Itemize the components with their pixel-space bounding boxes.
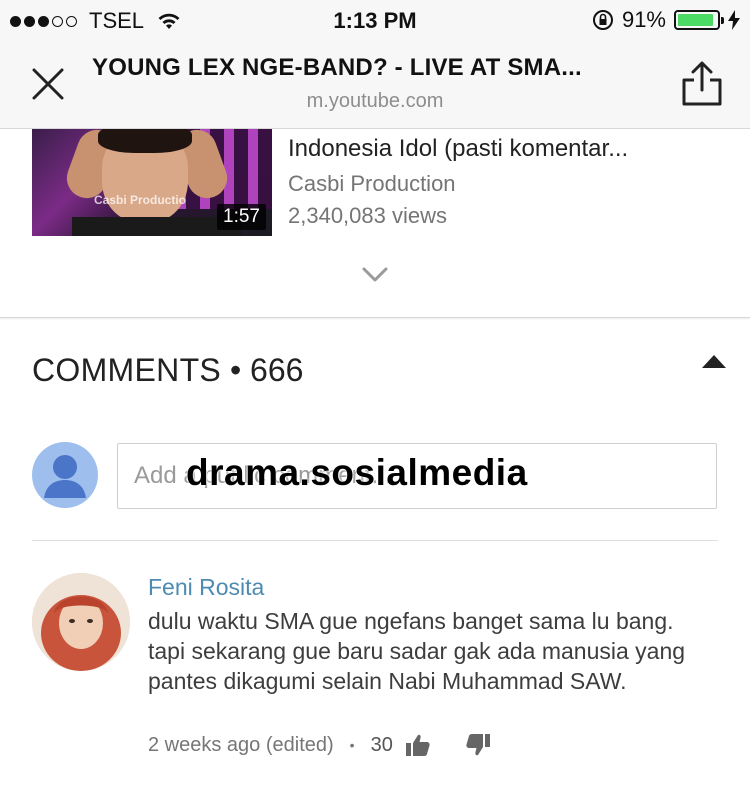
thumbnail-watermark: Casbi Productio (94, 193, 187, 207)
orientation-lock-icon (592, 10, 613, 30)
comment-text: dulu waktu SMA gue ngefans banget sama l… (148, 608, 686, 694)
battery-percent: 91% (621, 7, 666, 32)
battery-level (678, 14, 713, 26)
collapse-triangle-icon[interactable] (700, 352, 728, 370)
video-channel: Casbi Production (288, 171, 456, 196)
video-thumbnail[interactable]: Casbi Productio 1:57 (32, 129, 272, 236)
status-bar: TSEL 1:13 PM 91% (0, 0, 750, 40)
browser-header: TSEL 1:13 PM 91% YOUNG LEX NGE-BAND? - L… (0, 0, 750, 129)
comment-input[interactable] (117, 443, 717, 509)
default-user-icon (44, 455, 86, 498)
avatar (32, 442, 98, 508)
commenter-photo (32, 573, 130, 671)
commenter-avatar[interactable] (32, 573, 130, 671)
battery-icon (674, 10, 724, 30)
comments-count: 666 (250, 352, 304, 388)
share-icon[interactable] (680, 60, 724, 108)
thumbs-up-icon[interactable] (405, 733, 431, 757)
video-views: 2,340,083 views (288, 203, 447, 228)
comments-separator: • (229, 352, 242, 388)
video-duration: 1:57 (217, 204, 266, 230)
video-title[interactable]: Indonesia Idol (pasti komentar... (288, 133, 688, 165)
chevron-down-icon[interactable] (360, 263, 390, 285)
comment-time: 2 weeks ago (edited) (148, 733, 334, 756)
page-title: YOUNG LEX NGE-BAND? - LIVE AT SMA... (92, 54, 582, 81)
related-video-item[interactable]: Casbi Productio 1:57 Indonesia Idol (pas… (0, 129, 750, 318)
comments-header: COMMENTS • 666 (32, 352, 303, 389)
meta-separator: • (349, 737, 355, 753)
comment-author[interactable]: Feni Rosita (148, 574, 264, 601)
comment-meta: 2 weeks ago (edited) • 30 (148, 733, 491, 757)
like-count: 30 (370, 733, 393, 756)
thumbs-down-icon[interactable] (465, 733, 491, 757)
comments-label: COMMENTS (32, 352, 222, 388)
page-url: m.youtube.com (306, 90, 444, 112)
divider (32, 540, 718, 541)
charging-bolt-icon (728, 10, 740, 30)
